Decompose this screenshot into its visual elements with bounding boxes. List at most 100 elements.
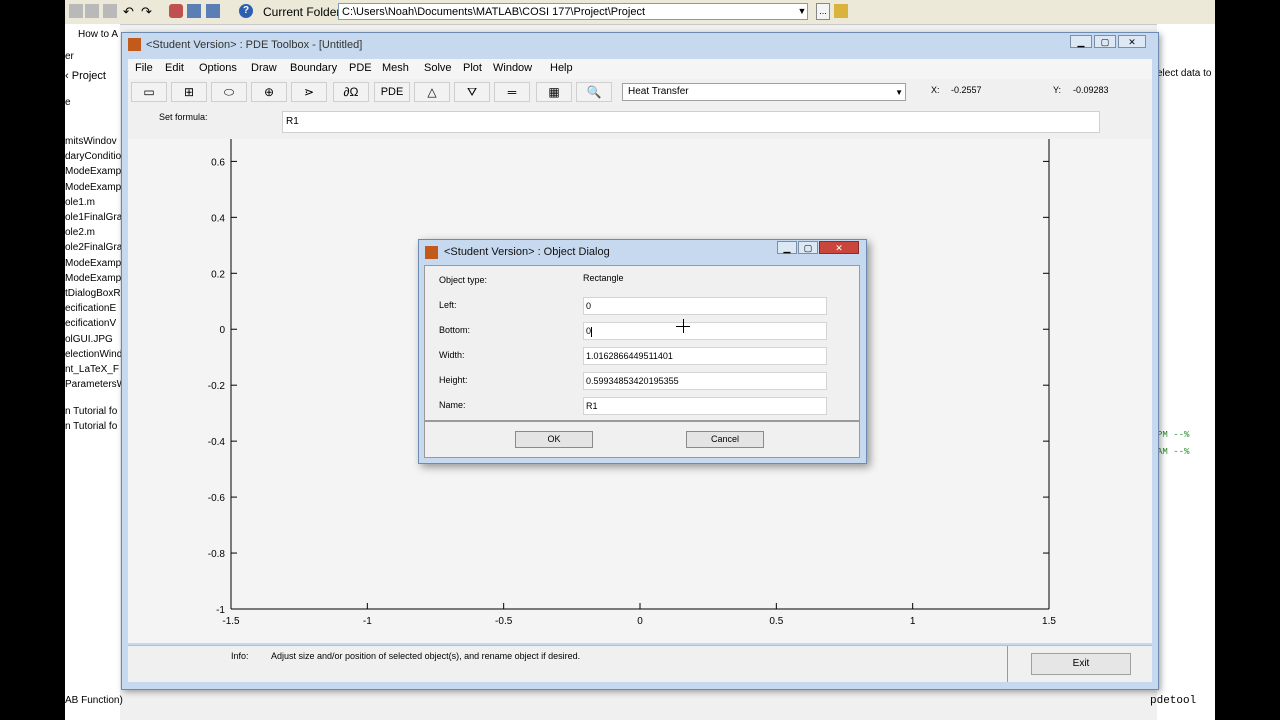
y-tick-label: 0: [219, 325, 225, 336]
matlab-toolbar: ↶ ↷ ? Current Folder: C:\Users\Noah\Docu…: [65, 0, 1215, 25]
file-list-item[interactable]: ole1.m: [65, 197, 95, 208]
current-folder-label: Current Folder:: [263, 5, 344, 19]
file-list-item[interactable]: daryConditio: [65, 151, 121, 162]
history-line: PM --%: [1157, 430, 1190, 440]
y-tick-label: 0.2: [211, 269, 225, 280]
boundary-mode-tool[interactable]: ∂Ω: [333, 82, 369, 102]
width-label: Width:: [439, 350, 465, 360]
file-list-item[interactable]: ModeExamp: [65, 182, 121, 193]
paste-icon[interactable]: [103, 4, 117, 18]
maximize-button[interactable]: ▢: [798, 241, 818, 254]
ellipse-center-tool[interactable]: ⊕: [251, 82, 287, 102]
solve-tool[interactable]: ═: [494, 82, 530, 102]
y-tick-label: -0.8: [208, 549, 226, 560]
file-list-item[interactable]: tDialogBoxR: [65, 288, 121, 299]
left-input[interactable]: 0: [583, 297, 827, 315]
refine-mesh-tool[interactable]: ⛛: [454, 82, 490, 102]
history-command[interactable]: pdetool: [1150, 695, 1196, 707]
file-list-item[interactable]: ole2.m: [65, 227, 95, 238]
undo-icon[interactable]: ↶: [123, 4, 137, 19]
cut-icon[interactable]: [69, 4, 83, 18]
polygon-tool[interactable]: ⋗: [291, 82, 327, 102]
file-list-item[interactable]: olGUI.JPG: [65, 334, 113, 345]
dialog-fields: Object type: Rectangle Left: 0 Bottom: 0…: [424, 265, 860, 421]
column-header-name[interactable]: e: [65, 97, 71, 108]
menu-bar: File Edit Options Draw Boundary PDE Mesh Solve P…: [128, 59, 1152, 79]
simulink-icon[interactable]: [169, 4, 183, 18]
rectangle-center-tool[interactable]: ⊞: [171, 82, 207, 102]
menu-window[interactable]: Window: [493, 62, 532, 74]
ellipse-tool[interactable]: ⬭: [211, 82, 247, 102]
redo-icon[interactable]: ↷: [141, 4, 155, 19]
menu-file[interactable]: File: [135, 62, 153, 74]
file-list-item[interactable]: ole1FinalGra: [65, 212, 122, 223]
close-button[interactable]: ✕: [1118, 35, 1146, 48]
zoom-tool[interactable]: 🔍: [576, 82, 612, 102]
file-list-item[interactable]: ecificationV: [65, 318, 116, 329]
menu-plot[interactable]: Plot: [463, 62, 482, 74]
y-label: Y:: [1053, 85, 1062, 95]
shortcut-hint[interactable]: How to A: [78, 29, 118, 40]
file-list-item[interactable]: ParametersW: [65, 379, 126, 390]
y-tick-label: 0.6: [211, 157, 225, 168]
name-input[interactable]: R1: [583, 397, 827, 415]
copy-icon[interactable]: [85, 4, 99, 18]
application-mode-select[interactable]: Heat Transfer ▼: [622, 83, 906, 101]
draw-toolbar: Heat Transfer ▼ X: -0.2557 Y: -0.09283 ▭…: [128, 79, 1152, 106]
file-list-item[interactable]: n Tutorial fo: [65, 421, 117, 432]
file-list-item[interactable]: n Tutorial fo: [65, 406, 117, 417]
menu-solve[interactable]: Solve: [424, 62, 452, 74]
menu-edit[interactable]: Edit: [165, 62, 184, 74]
pde-spec-tool[interactable]: PDE: [374, 82, 410, 102]
browse-folder-button[interactable]: ...: [816, 3, 830, 20]
folder-up-icon[interactable]: [834, 4, 848, 18]
init-mesh-tool[interactable]: △: [414, 82, 450, 102]
profiler-icon[interactable]: [206, 4, 220, 18]
chevron-down-icon[interactable]: ▼: [796, 4, 808, 19]
menu-mesh[interactable]: Mesh: [382, 62, 409, 74]
menu-options[interactable]: Options: [199, 62, 237, 74]
y-tick-label: -1: [216, 605, 225, 616]
minimize-button[interactable]: ▁: [777, 241, 797, 254]
close-button[interactable]: ✕: [819, 241, 859, 254]
tab-project[interactable]: ‹ Project: [65, 70, 106, 82]
minimize-button[interactable]: ▁: [1070, 35, 1092, 48]
x-tick-label: -1: [363, 616, 372, 627]
menu-boundary[interactable]: Boundary: [290, 62, 337, 74]
help-icon[interactable]: ?: [239, 4, 253, 18]
height-input[interactable]: 0.59934853420195355: [583, 372, 827, 390]
x-tick-label: 1.5: [1042, 616, 1056, 627]
file-list-item[interactable]: ecificationE: [65, 303, 116, 314]
plot-tool[interactable]: ▦: [536, 82, 572, 102]
cancel-button[interactable]: Cancel: [686, 431, 764, 448]
guide-icon[interactable]: [187, 4, 201, 18]
workspace-header: elect data to: [1157, 68, 1212, 79]
file-list-item[interactable]: ModeExamp: [65, 258, 121, 269]
file-list-item[interactable]: nt_LaTeX_F: [65, 364, 119, 375]
file-list-item[interactable]: ole2FinalGra: [65, 242, 122, 253]
file-details: AB Function): [65, 695, 123, 706]
application-mode-value: Heat Transfer: [628, 86, 689, 97]
maximize-button[interactable]: ▢: [1094, 35, 1116, 48]
panel-header: er: [65, 51, 74, 62]
x-tick-label: 1: [910, 616, 916, 627]
current-folder-input[interactable]: C:\Users\Noah\Documents\MATLAB\COSI 177\…: [338, 3, 808, 20]
ok-button[interactable]: OK: [515, 431, 593, 448]
y-tick-label: -0.2: [208, 381, 226, 392]
bottom-input[interactable]: 0: [583, 322, 827, 340]
name-label: Name:: [439, 400, 466, 410]
width-input[interactable]: 1.0162866449511401: [583, 347, 827, 365]
formula-input[interactable]: R1: [282, 111, 1100, 133]
x-tick-label: -0.5: [495, 616, 513, 627]
file-list-item[interactable]: ModeExamp: [65, 166, 121, 177]
info-text: Adjust size and/or position of selected …: [271, 651, 581, 661]
file-list-item[interactable]: electionWind: [65, 349, 122, 360]
rectangle-tool[interactable]: ▭: [131, 82, 167, 102]
menu-help[interactable]: Help: [550, 62, 573, 74]
crosshair-cursor-icon: [683, 319, 684, 333]
file-list-item[interactable]: ModeExamp: [65, 273, 121, 284]
menu-pde[interactable]: PDE: [349, 62, 372, 74]
file-list-item[interactable]: mitsWindov: [65, 136, 117, 147]
menu-draw[interactable]: Draw: [251, 62, 277, 74]
exit-button[interactable]: Exit: [1031, 653, 1131, 675]
